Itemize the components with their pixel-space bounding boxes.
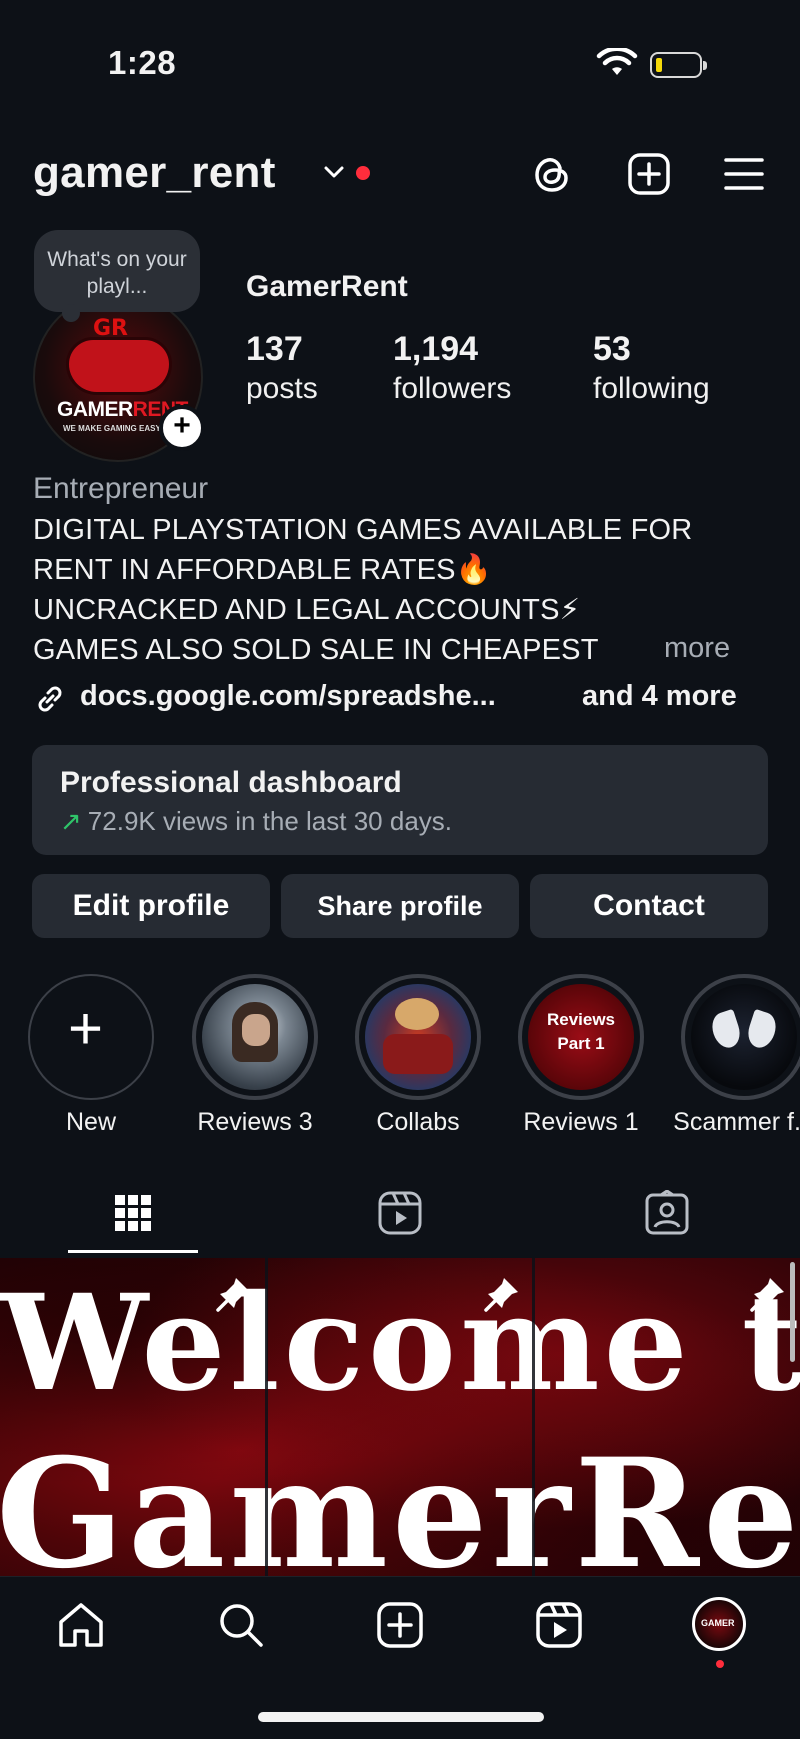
bio-more-link[interactable]: more xyxy=(664,632,730,665)
active-tab-dot xyxy=(716,1660,724,1668)
plus-icon: + xyxy=(68,995,104,1062)
notification-dot xyxy=(356,166,370,180)
posts-count[interactable]: 137 xyxy=(246,330,303,369)
highlight-reviews-3[interactable] xyxy=(192,974,318,1100)
gamepad-logo xyxy=(69,340,169,392)
reels-icon[interactable] xyxy=(534,1600,584,1650)
pin-icon xyxy=(484,1278,518,1312)
dashboard-subtitle: ↗ 72.9K views in the last 30 days. xyxy=(60,806,452,836)
home-indicator[interactable] xyxy=(258,1712,544,1722)
posts-grid[interactable]: Welcome to GamerRent! xyxy=(0,1258,800,1578)
link-icon xyxy=(38,686,62,712)
post-text-line: GamerRent! xyxy=(0,1426,800,1578)
grid-divider xyxy=(532,1258,535,1578)
bio-line: GAMES ALSO SOLD SALE IN CHEAPEST xyxy=(33,634,599,666)
followers-count[interactable]: 1,194 xyxy=(393,330,478,369)
home-icon[interactable] xyxy=(56,1600,106,1650)
nav-avatar-brand: GAMER xyxy=(701,1618,735,1628)
highlight-label: Reviews 1 xyxy=(523,1108,639,1136)
battery-icon xyxy=(650,52,707,78)
more-links[interactable]: and 4 more xyxy=(582,680,737,713)
wifi-icon xyxy=(596,48,638,75)
following-count[interactable]: 53 xyxy=(593,330,631,369)
trend-up-icon: ↗ xyxy=(60,806,82,836)
threads-icon[interactable] xyxy=(530,152,574,196)
bio-line: RENT IN AFFORDABLE RATES🔥 xyxy=(33,554,493,586)
active-tab-indicator xyxy=(68,1250,198,1253)
edit-profile-button[interactable]: Edit profile xyxy=(32,874,270,938)
status-time: 1:28 xyxy=(108,44,177,81)
highlight-label: Reviews 3 xyxy=(197,1108,313,1136)
grid-icon[interactable] xyxy=(110,1190,156,1236)
bio-line: DIGITAL PLAYSTATION GAMES AVAILABLE FOR xyxy=(33,514,693,546)
professional-dashboard[interactable] xyxy=(32,745,768,855)
bio: DIGITAL PLAYSTATION GAMES AVAILABLE FOR … xyxy=(33,510,773,670)
pin-icon xyxy=(216,1278,250,1312)
grid-divider xyxy=(265,1258,268,1578)
display-name: GamerRent xyxy=(246,270,408,303)
bio-line: UNCRACKED AND LEGAL ACCOUNTS⚡ xyxy=(33,594,581,626)
profile-tab-avatar[interactable]: GAMER xyxy=(692,1597,746,1651)
chevron-down-icon[interactable] xyxy=(322,160,346,184)
note-bubble[interactable]: What's on your playl... xyxy=(34,230,200,322)
create-icon[interactable] xyxy=(375,1600,425,1650)
highlight-new-button[interactable]: + xyxy=(28,974,154,1100)
posts-label[interactable]: posts xyxy=(246,372,318,406)
share-profile-button[interactable]: Share profile xyxy=(281,874,519,938)
highlight-reviews-1[interactable]: Reviews Part 1 xyxy=(518,974,644,1100)
pin-icon xyxy=(750,1278,784,1312)
username-switcher[interactable]: gamer_rent xyxy=(33,148,276,198)
tagged-icon[interactable] xyxy=(644,1190,690,1236)
highlight-cover-text: Part 1 xyxy=(557,1034,605,1053)
highlight-label: Scammer f... xyxy=(673,1108,800,1136)
avatar-tagline: WE MAKE GAMING EASY xyxy=(63,424,161,433)
dashboard-title: Professional dashboard xyxy=(60,766,402,799)
contact-button[interactable]: Contact xyxy=(530,874,768,938)
menu-icon[interactable] xyxy=(722,152,766,196)
scrollbar[interactable] xyxy=(790,1262,795,1362)
add-story-button[interactable]: + xyxy=(159,405,205,451)
avatar-initials: GR xyxy=(93,316,128,341)
following-label[interactable]: following xyxy=(593,372,710,406)
highlight-scammer[interactable] xyxy=(681,974,800,1100)
highlight-label: Collabs xyxy=(376,1108,460,1136)
bio-link[interactable]: docs.google.com/spreadshe... xyxy=(80,680,496,713)
search-icon[interactable] xyxy=(216,1600,266,1650)
highlight-label: New xyxy=(65,1108,116,1136)
post-text-line: Welcome to xyxy=(0,1266,800,1421)
followers-label[interactable]: followers xyxy=(393,372,511,406)
create-icon[interactable] xyxy=(627,152,671,196)
reels-icon[interactable] xyxy=(377,1190,423,1236)
highlight-collabs[interactable] xyxy=(355,974,481,1100)
highlight-cover-text: Reviews xyxy=(546,1010,616,1029)
profile-category: Entrepreneur xyxy=(33,472,209,505)
